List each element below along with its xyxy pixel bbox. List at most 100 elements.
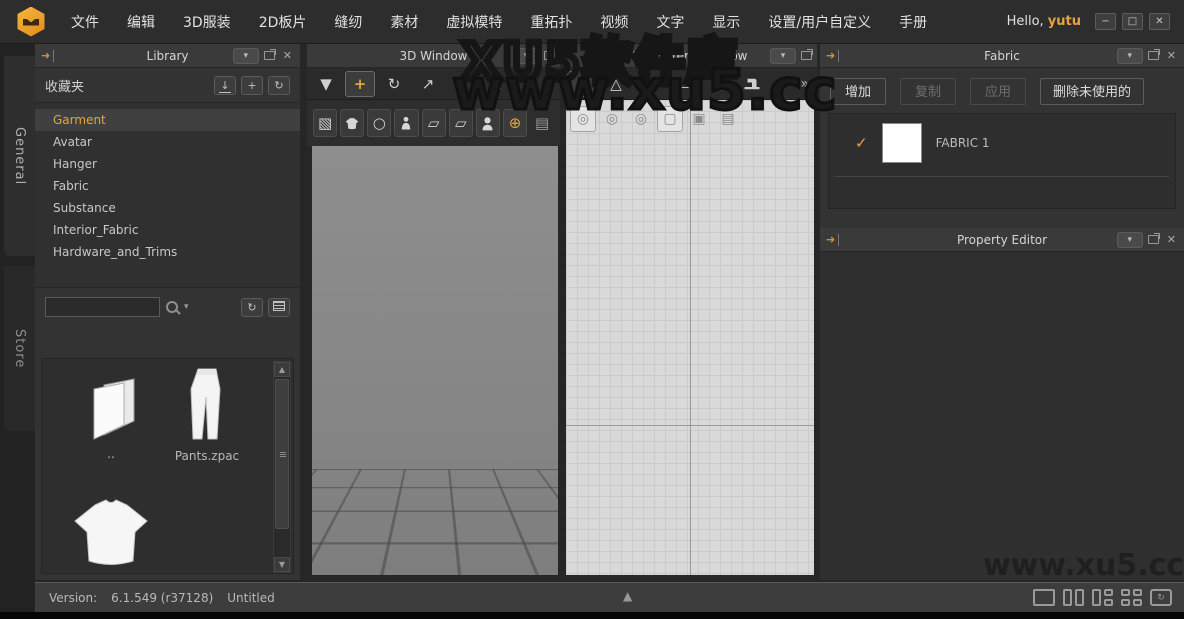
show-head-icon[interactable] xyxy=(475,109,500,137)
tab-general[interactable]: General xyxy=(4,56,35,256)
move-tool-icon[interactable]: + xyxy=(345,70,375,97)
fabric-add-button[interactable]: 增加 xyxy=(830,78,887,105)
search-filter-dropdown-icon[interactable]: ▾ xyxy=(184,302,189,312)
show-pattern-b-icon[interactable]: ▱ xyxy=(448,109,473,137)
toolbar-overflow-icon[interactable]: » xyxy=(543,76,556,92)
refresh-favorites-button[interactable]: ↻ xyxy=(268,75,290,95)
menu-display[interactable]: 显示 xyxy=(701,7,751,37)
menu-material[interactable]: 素材 xyxy=(379,7,429,37)
3d-window-popout-button[interactable] xyxy=(544,48,556,63)
close-button[interactable]: ✕ xyxy=(1149,13,1170,30)
fabric-close-button[interactable]: ✕ xyxy=(1164,49,1179,62)
create-pattern-tool-icon[interactable]: ▱ xyxy=(635,71,665,97)
show-hide-tool-icon[interactable]: ⊡ xyxy=(481,71,511,97)
layout-one-two-icon[interactable] xyxy=(1092,589,1113,606)
dock-arrow-icon[interactable]: ➜ xyxy=(826,233,840,246)
menu-file[interactable]: 文件 xyxy=(60,7,110,37)
dock-arrow-icon[interactable]: ➜ xyxy=(41,49,55,62)
fabric-copy-button[interactable]: 复制 xyxy=(900,78,957,105)
ruler-icon[interactable]: ▤ xyxy=(715,106,741,132)
layout-two-pane-icon[interactable] xyxy=(1063,589,1084,606)
tab-store[interactable]: Store xyxy=(4,266,35,431)
menu-text[interactable]: 文字 xyxy=(645,7,695,37)
library-item-substance[interactable]: Substance xyxy=(35,197,300,219)
fabric-apply-button[interactable]: 应用 xyxy=(970,78,1027,105)
maximize-button[interactable]: □ xyxy=(1122,13,1143,30)
show-sewing-icon[interactable]: ◎ xyxy=(570,106,596,132)
menu-video[interactable]: 视频 xyxy=(589,7,639,37)
show-avatar-silhouette-icon[interactable] xyxy=(703,71,733,97)
scrollbar-thumb[interactable] xyxy=(275,379,289,529)
show-pattern-outline-icon[interactable]: ▢ xyxy=(657,106,683,132)
fabric-popout-button[interactable] xyxy=(1147,48,1160,63)
menu-retopology[interactable]: 重拓扑 xyxy=(519,7,583,37)
menu-3d-garment[interactable]: 3D服装 xyxy=(172,7,242,37)
layout-single-icon[interactable] xyxy=(1033,589,1055,606)
collapse-panel-icon[interactable]: ▲ xyxy=(623,589,632,603)
toolbar-overflow-icon[interactable]: » xyxy=(800,76,813,92)
menu-settings-customize[interactable]: 设置/用户自定义 xyxy=(757,7,882,37)
file-scrollbar[interactable]: ▲ ▼ xyxy=(273,361,291,573)
menu-manual[interactable]: 手册 xyxy=(888,7,938,37)
property-editor-close-button[interactable]: ✕ xyxy=(1164,233,1179,246)
arrange-tool-icon[interactable]: ▼ xyxy=(311,71,341,97)
library-item-hanger[interactable]: Hanger xyxy=(35,153,300,175)
show-garment-icon[interactable] xyxy=(340,109,365,137)
library-item-interior-fabric[interactable]: Interior_Fabric xyxy=(35,219,300,241)
show-garment-2d-icon[interactable]: ◎ xyxy=(599,106,625,132)
menu-sewing[interactable]: 缝纫 xyxy=(323,7,373,37)
library-item-fabric[interactable]: Fabric xyxy=(35,175,300,197)
library-item-avatar[interactable]: Avatar xyxy=(35,131,300,153)
layout-reset-icon[interactable]: ↻ xyxy=(1150,589,1172,606)
trace-tool-icon[interactable]: ▭ xyxy=(669,71,699,97)
show-avatar-icon[interactable] xyxy=(394,109,419,137)
library-popout-button[interactable] xyxy=(263,48,276,63)
library-item-hardware-and-trims[interactable]: Hardware_and_Trims xyxy=(35,241,300,263)
sewing-machine-tool-icon[interactable] xyxy=(737,71,767,97)
menu-edit[interactable]: 编辑 xyxy=(116,7,166,37)
add-favorite-button[interactable]: + xyxy=(241,75,263,95)
property-editor-popout-button[interactable] xyxy=(1147,232,1160,247)
username[interactable]: yutu xyxy=(1048,14,1081,29)
minimize-button[interactable]: − xyxy=(1095,13,1116,30)
edit-pattern-tool-icon[interactable]: △ xyxy=(601,71,631,97)
2d-pattern-canvas[interactable] xyxy=(566,100,814,575)
scroll-down-button[interactable]: ▼ xyxy=(274,557,290,572)
library-dropdown-button[interactable]: ▾ xyxy=(232,47,259,64)
file-item-tshirt[interactable] xyxy=(56,497,166,573)
menu-2d-pattern[interactable]: 2D板片 xyxy=(248,7,318,37)
fold-arrangement-tool-icon[interactable]: ⇈ xyxy=(447,71,477,97)
file-item-parent-folder[interactable]: .. xyxy=(56,377,166,461)
show-pattern-a-icon[interactable]: ▱ xyxy=(421,109,446,137)
show-info-icon[interactable]: ◎ xyxy=(628,106,654,132)
view-mode-button[interactable] xyxy=(268,297,290,317)
scrollbar-track[interactable] xyxy=(274,531,290,557)
dock-arrow-icon[interactable]: ➜ xyxy=(826,49,840,62)
fabric-delete-unused-button[interactable]: 删除未使用的 xyxy=(1040,78,1145,105)
import-button[interactable]: ↓ xyxy=(214,75,236,95)
2d-window-popout-button[interactable] xyxy=(801,48,813,63)
fabric-dropdown-button[interactable]: ▾ xyxy=(1116,47,1143,64)
3d-window-dropdown-button[interactable]: ▾ xyxy=(513,47,539,64)
refresh-files-button[interactable]: ↻ xyxy=(241,297,263,317)
scroll-up-button[interactable]: ▲ xyxy=(274,362,290,377)
pin-tool-icon[interactable]: ↗ xyxy=(413,71,443,97)
layout-grid-icon[interactable] xyxy=(1121,589,1142,606)
measure-tape-icon[interactable]: ▤ xyxy=(530,109,554,137)
show-3d-pattern-icon[interactable]: ▧ xyxy=(313,109,338,137)
menu-avatar[interactable]: 虚拟模特 xyxy=(435,7,513,37)
2d-window-dropdown-button[interactable]: ▾ xyxy=(770,47,796,64)
show-globe-icon[interactable]: ⊕ xyxy=(502,109,528,137)
search-icon[interactable] xyxy=(166,301,178,313)
fabric-swatch[interactable] xyxy=(881,123,922,163)
library-close-button[interactable]: ✕ xyxy=(280,49,295,62)
show-trims-icon[interactable]: ○ xyxy=(367,109,392,137)
search-input[interactable] xyxy=(45,297,160,317)
rotate-gizmo-tool-icon[interactable]: ↻ xyxy=(379,71,409,97)
property-editor-dropdown-button[interactable]: ▾ xyxy=(1116,231,1143,248)
lock-pattern-icon[interactable]: ▣ xyxy=(686,106,712,132)
transform-pattern-tool-icon[interactable]: ◢ xyxy=(567,70,597,97)
library-item-garment[interactable]: Garment xyxy=(35,109,300,131)
fabric-list-item[interactable]: ✓ FABRIC 1 xyxy=(829,114,1175,172)
file-item-pants[interactable]: Pants.zpac xyxy=(152,367,262,463)
